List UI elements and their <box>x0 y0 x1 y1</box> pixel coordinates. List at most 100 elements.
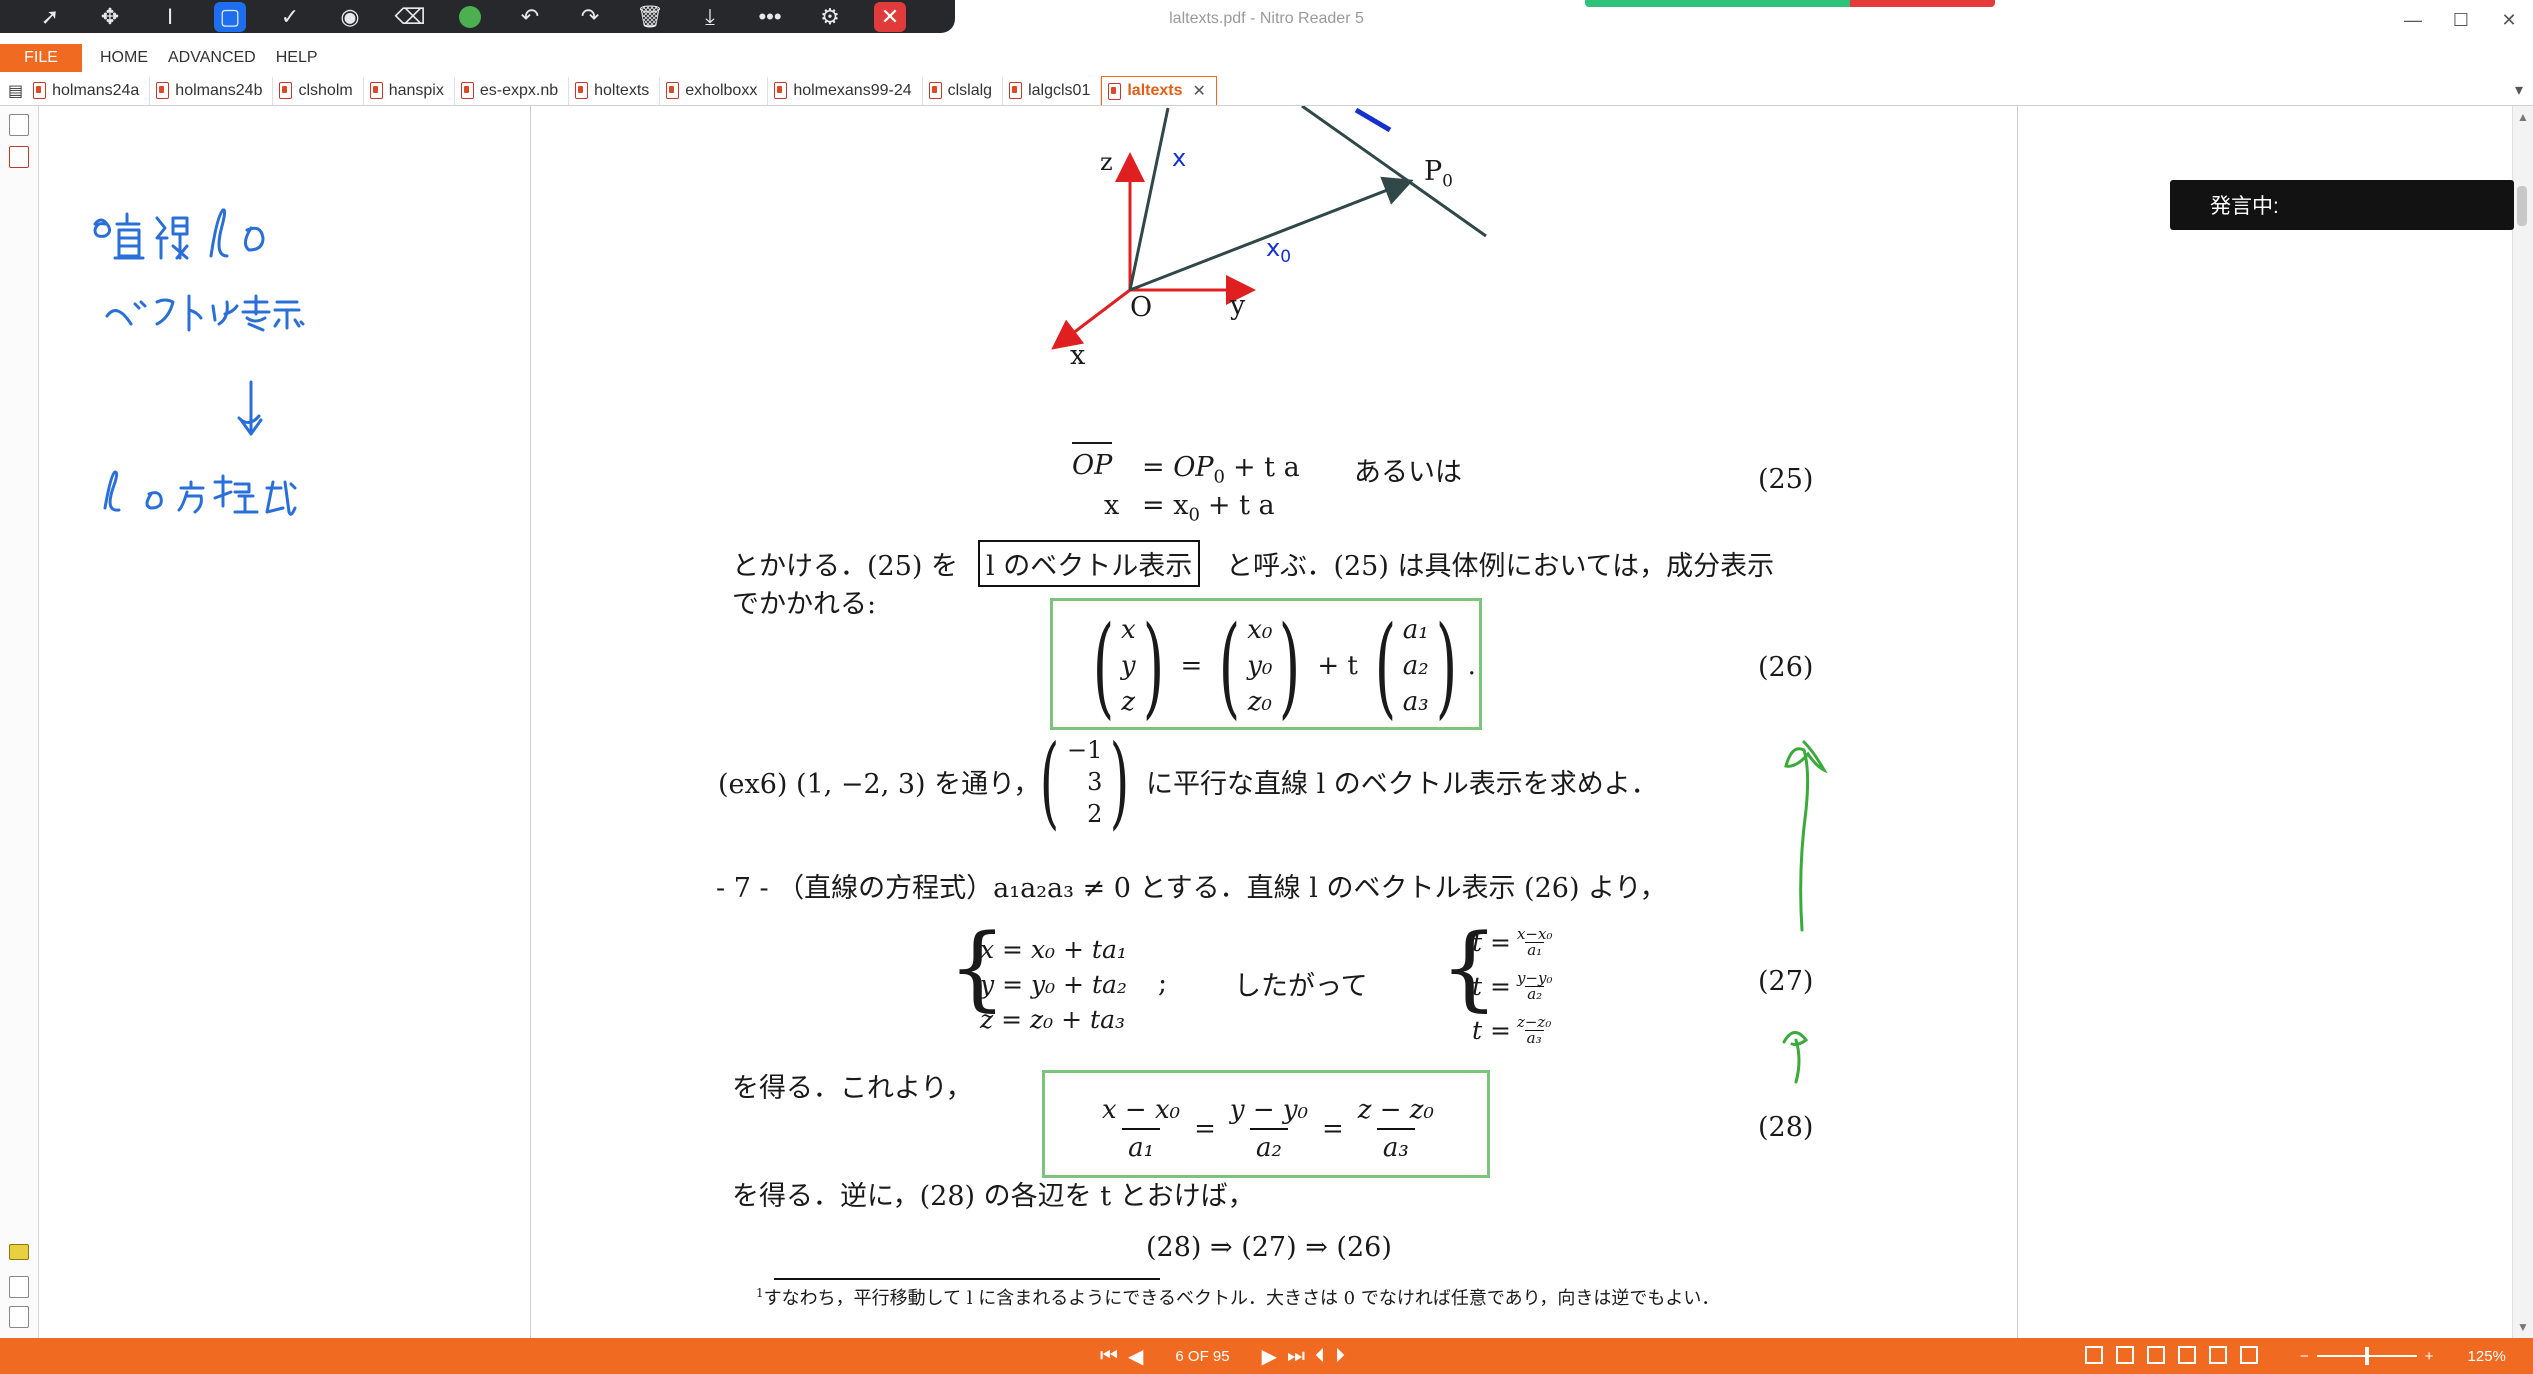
minimize-button[interactable]: — <box>2389 0 2437 40</box>
page-indicator[interactable]: 6 OF 95 <box>1175 1348 1229 1365</box>
tab-hanspix[interactable]: hanspix <box>364 76 455 105</box>
maximize-button[interactable]: ☐ <box>2437 0 2485 40</box>
eq25-rhs2: = x0 + t a <box>1142 490 1275 526</box>
checkmark-icon[interactable]: ✓ <box>260 0 320 33</box>
tab-holmans24a[interactable]: holmans24a <box>27 76 151 105</box>
page-edge <box>530 106 531 1338</box>
tab-holtexts[interactable]: holtexts <box>569 76 661 105</box>
tab-list-icon[interactable]: ▤ <box>0 77 27 105</box>
paren-left: ( <box>1219 602 1241 730</box>
fig-label-origin: O <box>1130 292 1153 323</box>
close-tab-icon[interactable]: ✕ <box>1192 81 1205 101</box>
paren-left: ( <box>1039 723 1060 840</box>
tab-es-expx[interactable]: es-expx.nb <box>455 76 570 105</box>
pdf-icon <box>460 82 474 99</box>
menu-home[interactable]: HOME <box>100 49 148 67</box>
fig-label-P0: P0 <box>1424 156 1453 192</box>
footnote: 1すなわち，平行移動して l に含まれるようにできるベクトル．大きさは 0 でな… <box>756 1286 1720 1309</box>
pdf-icon <box>369 82 383 99</box>
text-cursor-icon[interactable]: I <box>140 0 200 33</box>
last-page-icon[interactable]: ⏭ <box>1287 1345 1305 1368</box>
pdf-icon <box>666 82 680 99</box>
close-toolbar-icon[interactable]: ✕ <box>860 0 920 33</box>
rectangle-tool-icon[interactable]: ▢ <box>200 0 260 33</box>
zoom-level[interactable]: 125% <box>2468 1348 2506 1365</box>
pages-panel-icon[interactable] <box>9 114 29 136</box>
redo-icon[interactable]: ↷ <box>560 0 620 33</box>
eq26-period: . <box>1467 651 1476 681</box>
menu-help[interactable]: HELP <box>276 49 318 67</box>
document-tab-bar: ▤ holmans24a holmans24b clsholm hanspix … <box>0 76 2533 106</box>
previous-page-icon[interactable]: ◀ <box>1128 1344 1143 1369</box>
tab-clsholm[interactable]: clsholm <box>273 76 364 105</box>
cover-view-icon[interactable] <box>2209 1346 2227 1364</box>
facing-view-icon[interactable] <box>2147 1346 2165 1364</box>
tab-holmexans99-24[interactable]: holmexans99-24 <box>768 76 923 105</box>
bookmarks-panel-icon[interactable] <box>9 146 29 168</box>
menu-file[interactable]: FILE <box>0 44 82 72</box>
scroll-down-arrow-icon[interactable]: ▼ <box>2517 1320 2529 1334</box>
pdf-icon <box>774 82 788 99</box>
eq26-number: (26) <box>1758 652 1814 683</box>
section-7-heading: - 7 - （直線の方程式）a₁a₂a₃ ≠ 0 とする．直線 l のベクトル表… <box>716 873 1667 904</box>
tab-overflow-chevron-icon[interactable]: ▾ <box>2515 80 2523 100</box>
eraser-icon[interactable]: ⌫ <box>380 0 440 33</box>
color-dot-icon[interactable] <box>440 0 500 33</box>
tab-clslalg[interactable]: clslalg <box>923 76 1004 105</box>
annotation-toolbar: ➚ ✥ I ▢ ✓ ◉ ⌫ ↶ ↷ 🗑 ⤓ ••• ⚙ ✕ <box>0 0 955 33</box>
scrollbar-thumb[interactable] <box>2517 186 2527 226</box>
attachments-panel-icon[interactable] <box>9 1276 29 1298</box>
single-page-view-icon[interactable] <box>2085 1346 2103 1364</box>
layers-panel-icon[interactable] <box>9 1306 29 1328</box>
view-mode-buttons <box>2085 1346 2258 1364</box>
move-icon[interactable]: ✥ <box>80 0 140 33</box>
trash-icon[interactable]: 🗑 <box>620 0 680 33</box>
pdf-icon <box>928 82 942 99</box>
download-icon[interactable]: ⤓ <box>680 0 740 33</box>
zoom-slider-knob[interactable] <box>2364 1347 2369 1365</box>
text-line-4: を得る．逆に，(28) の各辺を t とおけば， <box>732 1181 1255 1212</box>
menu-bar: FILE HOME ADVANCED HELP <box>0 44 2533 72</box>
eq25-lhs1: OP <box>1072 442 1113 481</box>
undo-icon[interactable]: ↶ <box>500 0 560 33</box>
continuous-view-icon[interactable] <box>2116 1346 2134 1364</box>
tab-holmans24b[interactable]: holmans24b <box>150 76 274 105</box>
eq27-system: x = x₀ + ta₁ y = y₀ + ta₂ z = z₀ + ta₃ <box>980 935 1127 1034</box>
handwritten-notes-pane[interactable] <box>39 106 529 1338</box>
next-view-icon[interactable]: ⏵ <box>1335 1345 1345 1368</box>
vertical-scrollbar[interactable]: ▲ ▼ <box>2512 106 2533 1338</box>
pointer-icon[interactable]: ➚ <box>20 0 80 33</box>
full-screen-view-icon[interactable] <box>2240 1346 2258 1364</box>
comments-panel-icon[interactable] <box>9 1244 29 1260</box>
ex6-tail: に平行な直線 l のベクトル表示を求めよ． <box>1146 769 1658 800</box>
menu-advanced[interactable]: ADVANCED <box>168 49 256 67</box>
handwritten-notes-drawing <box>93 208 305 516</box>
user-settings-icon[interactable]: ⚙ <box>800 0 860 33</box>
next-page-icon[interactable]: ▶ <box>1262 1344 1277 1369</box>
first-page-icon[interactable]: ⏮ <box>1100 1345 1118 1368</box>
scroll-up-arrow-icon[interactable]: ▲ <box>2517 110 2529 124</box>
tab-lalgcls01[interactable]: lalgcls01 <box>1003 76 1102 105</box>
fig-label-y: y <box>1230 290 1246 321</box>
fig-label-x-vector: x <box>1172 144 1187 172</box>
document-viewport[interactable] <box>530 106 2530 1338</box>
direction-vector-a <box>1354 107 1392 133</box>
eq25-number: (25) <box>1758 464 1814 495</box>
tab-exholboxx[interactable]: exholboxx <box>660 76 769 105</box>
eq26-content: ( xyz ) = ( x₀ y₀ z₀ ) + t ( a₁ a₂ a₃ ) . <box>1082 602 1476 730</box>
text-line-1a: とかける．(25) を <box>732 551 959 582</box>
more-icon[interactable]: ••• <box>740 0 800 33</box>
close-window-button[interactable]: ✕ <box>2485 0 2533 40</box>
position-vector-x <box>1128 107 1170 291</box>
ex6-vector: ( −1 3 2 ) <box>1039 723 1130 840</box>
paren-left: ( <box>1092 602 1115 730</box>
stamp-icon[interactable]: ◉ <box>320 0 380 33</box>
facing-continuous-view-icon[interactable] <box>2178 1346 2196 1364</box>
pdf-icon <box>1009 82 1023 99</box>
previous-view-icon[interactable]: ⏴ <box>1315 1345 1325 1368</box>
zoom-in-button[interactable]: + <box>2425 1348 2434 1365</box>
tab-laltexts[interactable]: laltexts ✕ <box>1101 76 1217 105</box>
zoom-slider[interactable] <box>2316 1347 2417 1365</box>
eq27-therefore: したがって <box>1234 971 1368 1002</box>
zoom-out-button[interactable]: − <box>2300 1348 2309 1365</box>
